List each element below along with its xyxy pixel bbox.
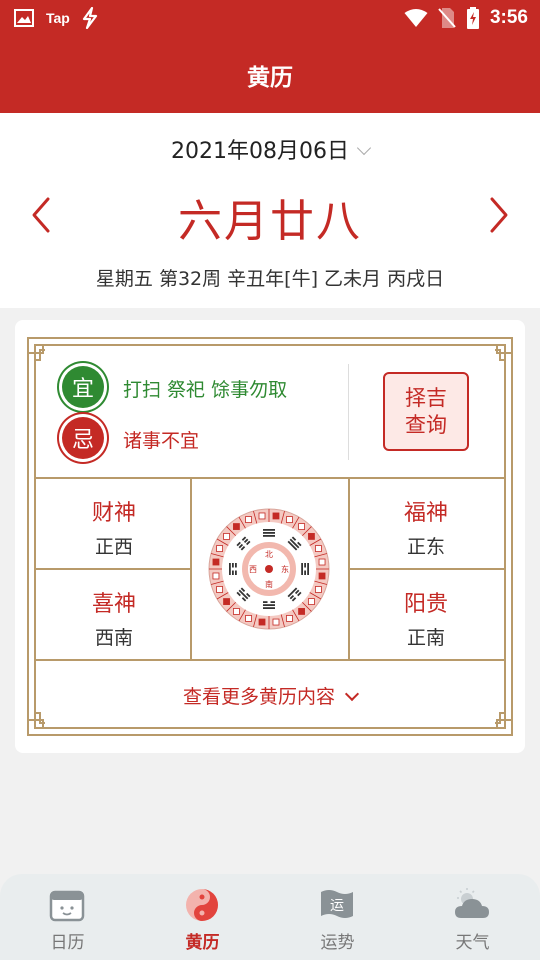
- compass-cell: [318, 558, 326, 566]
- zeji-query-button[interactable]: 择吉 查询: [383, 372, 469, 451]
- compass-cell: [233, 523, 240, 530]
- lightning-app-icon: [82, 7, 97, 29]
- yanggui-title: 阳贵: [403, 592, 448, 617]
- ji-badge: 忌: [62, 417, 104, 459]
- no-sim-icon: [438, 8, 456, 28]
- fortune-flag-icon: 运: [321, 890, 353, 918]
- tab-weather[interactable]: 天气: [405, 874, 540, 960]
- compass-south: 南: [265, 579, 273, 589]
- compass-cell: [223, 598, 230, 605]
- tab-fortune[interactable]: 运 运势: [270, 874, 405, 960]
- fushen-direction: 正东: [406, 536, 445, 558]
- chevron-down-icon: [356, 140, 372, 156]
- xishen-title: 喜神: [91, 592, 136, 617]
- zeji-label-line1: 择吉: [405, 385, 447, 410]
- ji-activities: 诸事不宜: [123, 430, 200, 452]
- compass-cell: [318, 572, 326, 580]
- fortune-icon-text: 运: [330, 898, 344, 914]
- next-day-button[interactable]: [482, 195, 512, 235]
- tap-icon: Tap: [46, 10, 70, 26]
- trigram-mark: [263, 529, 275, 537]
- yin-yang-icon: [186, 889, 218, 921]
- compass-east: 东: [281, 564, 289, 574]
- compass-cell: [286, 615, 293, 622]
- compass-cell: [315, 586, 322, 593]
- compass-cell: [233, 608, 240, 615]
- compass-cell: [258, 618, 266, 626]
- yanggui-direction: 正南: [406, 627, 445, 649]
- compass-cell: [245, 615, 252, 622]
- caishen-title: 财神: [91, 501, 136, 526]
- yi-activities: 打扫 祭祀 馀事勿取: [123, 379, 288, 401]
- compass-cell: [308, 533, 315, 540]
- tab-label: 黄历: [185, 933, 220, 953]
- more-label: 查看更多黄历内容: [182, 686, 335, 708]
- bagua-compass-icon[interactable]: 北 南 西 东: [208, 508, 330, 630]
- compass-cell: [286, 516, 293, 523]
- tab-calendar[interactable]: 日历: [0, 874, 135, 960]
- battery-charging-icon: [466, 7, 479, 29]
- chevron-down-icon: [344, 686, 360, 702]
- compass-cell: [258, 512, 266, 520]
- calendar-face-icon: [49, 890, 85, 922]
- more-almanac-button[interactable]: 查看更多黄历内容: [37, 682, 503, 709]
- compass-cell: [272, 512, 280, 520]
- date-header: 2021年08月06日 六月廿八 星期五 第32周 辛丑年[牛] 乙未月 丙戌日: [0, 113, 540, 308]
- almanac-card: 宜 打扫 祭祀 馀事勿取 忌 诸事不宜 择吉 查询 财神 正西 福神 正东 喜神…: [15, 320, 525, 753]
- yi-badge: 宜: [62, 366, 104, 408]
- compass-cell: [212, 572, 220, 580]
- tab-label: 运势: [320, 933, 355, 953]
- page-title: 黄历: [247, 64, 293, 91]
- compass-cell: [272, 618, 280, 626]
- tab-label: 天气: [455, 933, 490, 953]
- clock: 3:56: [489, 7, 528, 28]
- app-bar: 黄历: [0, 36, 540, 113]
- compass-cell: [245, 516, 252, 523]
- compass-cell: [308, 598, 315, 605]
- compass-cell: [212, 558, 220, 566]
- zeji-label-line2: 查询: [405, 412, 447, 437]
- tab-almanac[interactable]: 黄历: [135, 874, 270, 960]
- bottom-tab-bar: 日历 黄历 运 运势 天气: [0, 874, 540, 960]
- caishen-direction: 正西: [94, 536, 133, 558]
- status-bar: Tap 3:56: [0, 0, 540, 36]
- gallery-icon: [14, 9, 34, 27]
- compass-cell: [298, 608, 305, 615]
- date-picker[interactable]: 2021年08月06日: [0, 133, 540, 165]
- compass-cell: [216, 586, 223, 593]
- compass-cell: [298, 523, 305, 530]
- wifi-icon: [404, 9, 428, 27]
- compass-west: 西: [249, 565, 257, 574]
- date-label: 2021年08月06日: [171, 139, 349, 164]
- ganzhi-info: 星期五 第32周 辛丑年[牛] 乙未月 丙戌日: [95, 268, 445, 290]
- divider: [348, 364, 349, 460]
- weather-cloud-icon: [455, 888, 489, 918]
- compass-cell: [223, 533, 230, 540]
- xishen-direction: 西南: [94, 627, 133, 649]
- compass-north: 北: [265, 550, 273, 559]
- compass-cell: [216, 545, 223, 552]
- compass-cell: [315, 545, 322, 552]
- lunar-date: 六月廿八: [178, 196, 362, 247]
- fushen-title: 福神: [403, 501, 448, 526]
- tab-label: 日历: [50, 933, 85, 953]
